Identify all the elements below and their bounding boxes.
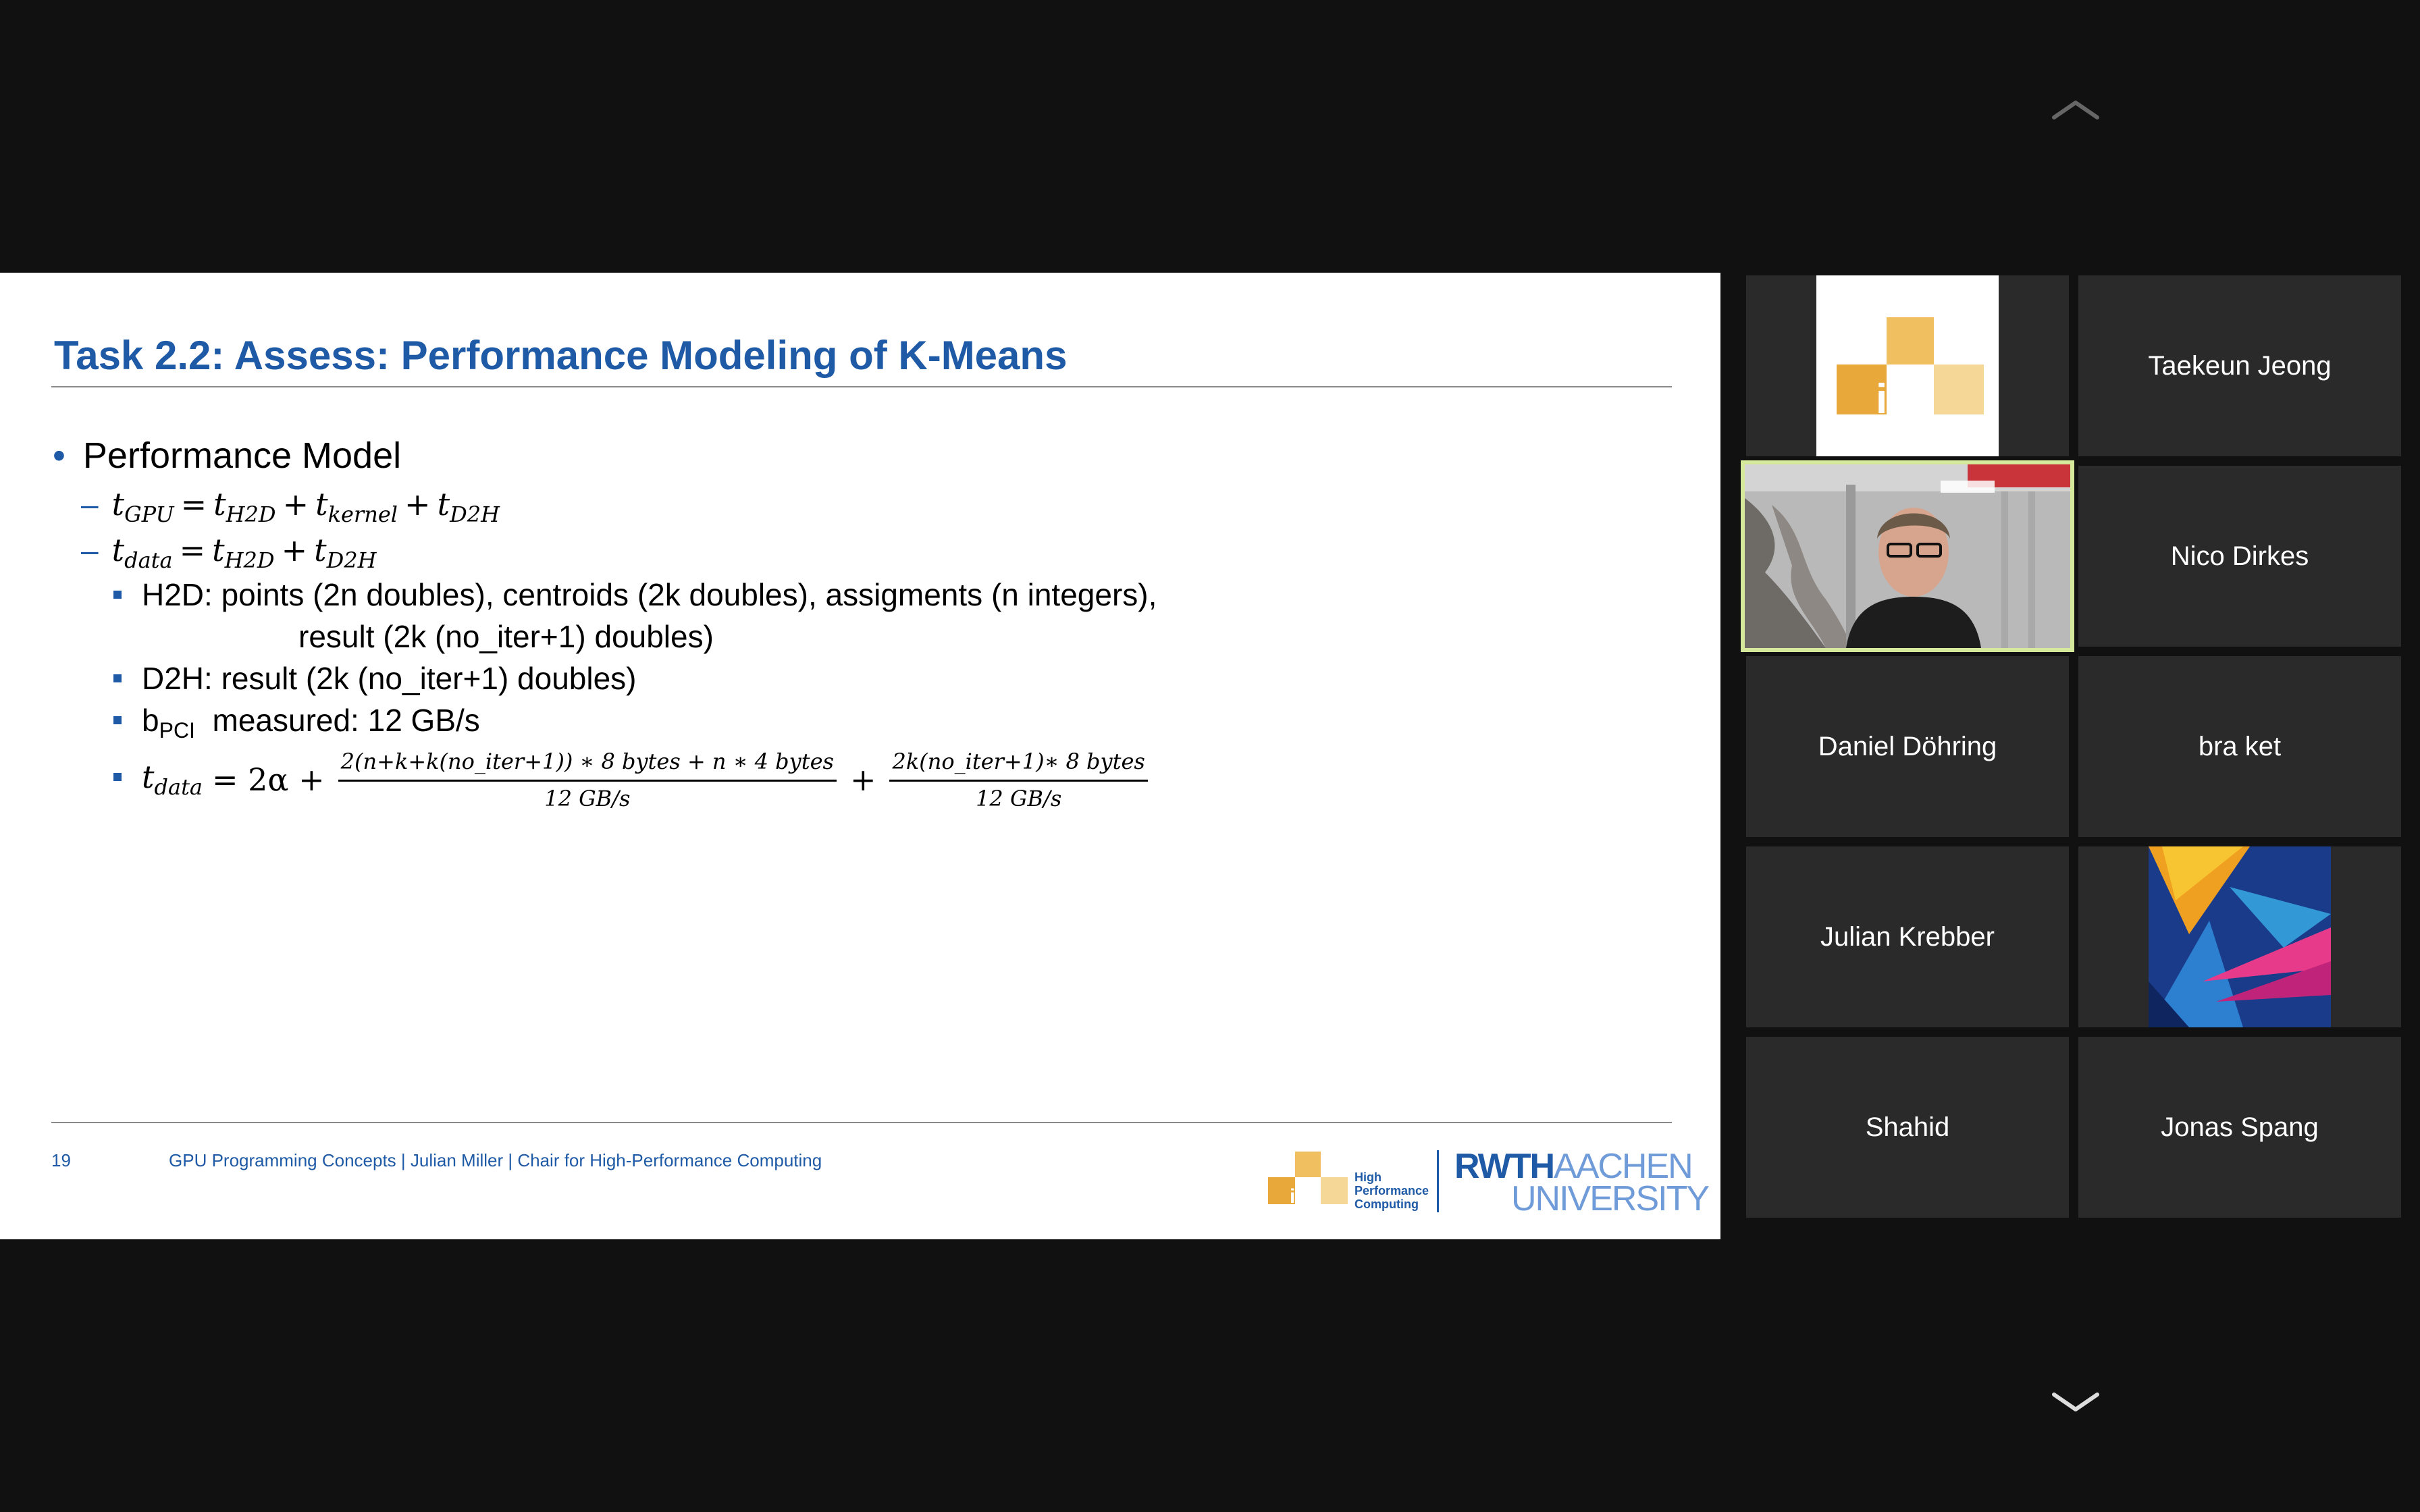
eq-subscript: kernel [327,502,398,528]
fraction-numerator: 2(n+k+k(no_iter+1)) ∗ 8 bytes + n ∗ 4 by… [338,749,837,782]
square-bullet-icon [113,590,122,599]
equation-t-data: – tdata = tH2D + tD2H [81,532,377,573]
chevron-up-icon[interactable] [2049,96,2103,123]
bpci-text: measured: 12 GB/s [212,703,480,738]
participant-name: Julian Krebber [1820,921,1995,952]
square-bullet-icon [113,716,122,724]
university-text: UNIVERSITY [1511,1179,1710,1218]
slide-title: Task 2.2: Assess: Performance Modeling o… [54,333,1068,378]
eq-symbol: t [437,486,450,522]
eq-symbol: t [111,486,125,522]
hpc-word: Computing [1354,1197,1419,1211]
footer-text: GPU Programming Concepts | Julian Miller… [169,1150,822,1170]
eq-subscript: H2D [224,547,275,574]
eq-subscript: D2H [326,547,377,574]
abstract-art-icon [2149,846,2331,1027]
footer-divider [51,1122,1672,1123]
i12-logo-text: i12 [1290,1185,1318,1208]
participant-tile[interactable]: Nico Dirkes [2078,466,2401,647]
square-bullet-icon [113,674,122,682]
participant-name: Daniel Döhring [1818,731,1997,761]
eq-subscript: GPU [124,502,174,528]
title-divider [51,386,1672,387]
participant-name: Jonas Spang [2161,1112,2319,1142]
eq-subscript: D2H [450,502,500,528]
i12-logo-icon: i12 [1837,317,1984,423]
bullet-performance-model: • Performance Model [53,435,401,477]
logo-divider [1437,1150,1439,1212]
participant-name: bra ket [2198,731,2282,761]
slide-number: 19 [51,1150,71,1170]
fraction-2: 2k(no_iter+1)∗ 8 bytes 12 GB/s [889,749,1148,811]
eq-symbol: t [314,532,327,568]
bpci-symbol: b [142,703,159,738]
hpc-wordmark: High Performance Computing [1354,1170,1429,1211]
eq-operator: + [281,532,308,568]
square-bullet-icon [113,773,122,781]
participant-tile[interactable]: Taekeun Jeong [2078,275,2401,456]
fraction-1: 2(n+k+k(no_iter+1)) ∗ 8 bytes + n ∗ 4 by… [338,749,837,811]
participant-name: Taekeun Jeong [2148,350,2332,381]
item-h2d-continuation: result (2k (no_iter+1) doubles) [298,619,714,654]
formula-symbol: t [142,759,155,796]
participant-tile-active-speaker[interactable] [1741,460,2074,652]
eq-operator: = [179,532,206,568]
bullet-dot-icon: • [53,435,65,476]
fraction-denominator: 12 GB/s [976,785,1062,811]
participant-name: Shahid [1865,1112,1950,1142]
dash-icon: – [81,533,99,568]
dash-icon: – [81,487,99,522]
eq-operator: = [180,486,207,522]
formula-operator: = 2α + [212,761,325,798]
participant-tile[interactable]: bra ket [2078,656,2401,837]
equation-t-gpu: – tGPU = tH2D + tkernel + tD2H [81,486,500,527]
hpc-word: High [1354,1170,1382,1184]
eq-symbol: t [315,486,328,522]
live-video [1745,464,2070,648]
eq-symbol: t [213,486,226,522]
chevron-down-icon[interactable] [2049,1389,2103,1416]
formula-subscript: data [154,774,203,801]
shared-slide: Task 2.2: Assess: Performance Modeling o… [0,273,1720,1239]
item-d2h-text: D2H: result (2k (no_iter+1) doubles) [142,661,637,696]
eq-symbol: t [111,532,125,568]
item-h2d: H2D: points (2n doubles), centroids (2k … [113,576,1157,613]
participant-tile[interactable]: Daniel Döhring [1746,656,2069,837]
eq-symbol: t [212,532,225,568]
eq-operator: + [404,486,431,522]
eq-subscript: data [124,547,173,574]
fraction-denominator: 12 GB/s [544,785,631,811]
fraction-numerator: 2k(no_iter+1)∗ 8 bytes [889,749,1148,782]
i12-logo-text: i12 [1876,376,1934,423]
participant-tile[interactable]: Julian Krebber [1746,846,2069,1027]
eq-subscript: H2D [226,502,276,528]
participant-name: Nico Dirkes [2170,541,2309,571]
formula-lhs: tdata [142,759,203,800]
abstract-avatar [2149,846,2331,1027]
speaker-video-icon [1745,464,2070,648]
participant-tile-i12[interactable]: i12 [1746,275,2069,456]
bullet-text: Performance Model [82,435,402,476]
formula-operator: + [849,761,876,798]
participant-tile[interactable]: Jonas Spang [2078,1037,2401,1218]
i12-avatar: i12 [1816,275,1999,456]
item-d2h: D2H: result (2k (no_iter+1) doubles) [113,660,637,697]
participant-tile-abstract[interactable] [2078,846,2401,1027]
hpc-word: Performance [1354,1184,1429,1197]
formula-t-data: tdata = 2α + 2(n+k+k(no_iter+1)) ∗ 8 byt… [113,736,1152,824]
item-h2d-text: H2D: points (2n doubles), centroids (2k … [142,577,1157,612]
participant-tile[interactable]: Shahid [1746,1037,2069,1218]
eq-operator: + [282,486,309,522]
